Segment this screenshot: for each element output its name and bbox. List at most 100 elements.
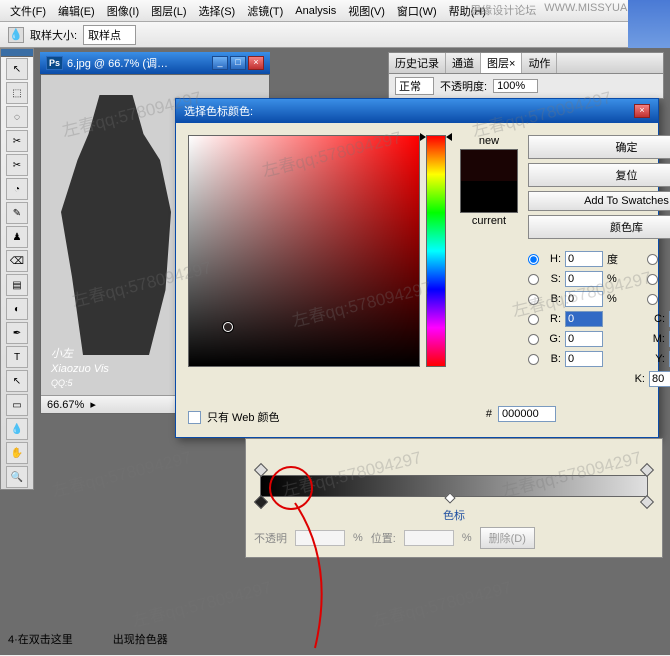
tool-slice[interactable]: ✂ [6,154,28,176]
doc-close-button[interactable]: × [248,56,264,70]
tab-history[interactable]: 历史记录 [389,53,446,73]
a-radio[interactable] [647,274,658,285]
opacity-stop-left[interactable] [254,463,268,477]
photo-figure [61,95,171,355]
gradient-bar[interactable] [260,475,648,497]
b-radio[interactable] [528,294,539,305]
color-lib-button[interactable]: 颜色库 [528,215,670,239]
tool-move[interactable]: ↖ [6,58,28,80]
hex-input[interactable] [498,406,556,422]
menu-file[interactable]: 文件(F) [4,1,52,21]
color-swatch [460,149,518,213]
sample-size-dropdown[interactable]: 取样点 [83,25,136,45]
menu-view[interactable]: 视图(V) [342,1,391,21]
s-radio[interactable] [528,274,539,285]
tool-eyedropper[interactable]: 💧 [6,418,28,440]
grad-position-label: 位置: [371,530,396,546]
tool-stamp[interactable]: ♟ [6,226,28,248]
status-arrow-icon[interactable]: ▸ [90,398,96,411]
doc-maximize-button[interactable]: □ [230,56,246,70]
b2-label: b: [662,293,670,305]
tool-hand[interactable]: ✋ [6,442,28,464]
h-input[interactable] [565,251,603,267]
tool-dodge[interactable]: ◐ [6,298,28,320]
web-only-checkbox[interactable] [188,411,201,424]
ok-button[interactable]: 确定 [528,135,670,159]
a-label: a: [662,273,670,285]
tool-shape[interactable]: ▭ [6,394,28,416]
l-label: L: [662,253,670,265]
swatch-current[interactable] [461,181,517,212]
blend-mode-dropdown[interactable]: 正常 [395,77,434,95]
ps-icon: Ps [46,56,63,70]
bv-label: B: [543,293,561,305]
r-label: R: [543,313,561,325]
photo-signature: 小左 Xiaozuo Vis QQ:5 [51,345,109,389]
hue-handle-right[interactable] [446,133,452,141]
tool-lasso[interactable]: ◌ [6,106,28,128]
hue-slider[interactable] [426,135,446,367]
tool-brush[interactable]: ✎ [6,202,28,224]
eyedropper-icon[interactable]: 💧 [8,27,24,43]
h-radio[interactable] [528,254,539,265]
tab-channels[interactable]: 通道 [446,53,481,73]
document-titlebar[interactable]: Ps 6.jpg @ 66.7% (调… _ □ × [40,52,270,74]
tool-heal[interactable]: ◔ [6,178,28,200]
b2-radio[interactable] [647,294,658,305]
add-swatch-button[interactable]: Add To Swatches [528,191,670,211]
sample-size-label: 取样大小: [30,27,77,43]
hue-handle-left[interactable] [420,133,426,141]
c-label: C: [647,313,665,325]
tool-type[interactable]: T [6,346,28,368]
tool-marquee[interactable]: ⬚ [6,82,28,104]
bb-input[interactable] [565,351,603,367]
opacity-stop-right[interactable] [640,463,654,477]
menu-image[interactable]: 图像(I) [101,1,145,21]
doc-minimize-button[interactable]: _ [212,56,228,70]
grad-position-field[interactable] [404,530,454,546]
tool-eraser[interactable]: ⌫ [6,250,28,272]
k-input[interactable] [649,371,670,387]
swatch-new[interactable] [461,150,517,181]
reset-button[interactable]: 复位 [528,163,670,187]
tab-actions[interactable]: 动作 [522,53,557,73]
workspace: ↖ ⬚ ◌ ✂ ✂ ◔ ✎ ♟ ⌫ ▤ ◐ ✒ T ↖ ▭ 💧 ✋ 🔍 Ps 6… [0,48,670,655]
annotation-arrow [285,503,355,653]
tab-layers[interactable]: 图层× [481,53,522,73]
menu-filter[interactable]: 滤镜(T) [241,1,289,21]
panel-group: 历史记录 通道 图层× 动作 正常 不透明度: 100% [388,52,664,99]
menu-analysis[interactable]: Analysis [289,3,342,19]
toolbox-grip[interactable] [1,49,33,57]
bb-radio[interactable] [528,354,539,365]
tool-path[interactable]: ↖ [6,370,28,392]
forum-name: 思缘设计论坛 [470,2,536,18]
r-input[interactable] [565,311,603,327]
web-only-label: 只有 Web 颜色 [207,409,280,425]
grad-delete-button[interactable]: 删除(D) [480,527,535,549]
opacity-field[interactable]: 100% [493,79,538,93]
tool-zoom[interactable]: 🔍 [6,466,28,488]
r-radio[interactable] [528,314,539,325]
tool-crop[interactable]: ✂ [6,130,28,152]
g-input[interactable] [565,331,603,347]
picker-close-button[interactable]: × [634,104,650,118]
sv-field[interactable] [188,135,420,367]
g-radio[interactable] [528,334,539,345]
color-picker-titlebar[interactable]: 选择色标颜色: × [176,99,658,123]
k-label: K: [627,373,645,385]
color-picker-title: 选择色标颜色: [184,103,253,119]
menu-select[interactable]: 选择(S) [193,1,242,21]
zoom-value[interactable]: 66.67% [47,399,84,411]
menu-window[interactable]: 窗口(W) [391,1,443,21]
menu-layer[interactable]: 图层(L) [145,1,192,21]
tool-gradient[interactable]: ▤ [6,274,28,296]
s-input[interactable] [565,271,603,287]
g-label: G: [543,333,561,345]
sv-picker-handle[interactable] [223,322,233,332]
l-radio[interactable] [647,254,658,265]
gradient-midpoint[interactable] [445,492,456,503]
new-label: new [479,135,499,147]
menu-edit[interactable]: 编辑(E) [52,1,101,21]
bv-input[interactable] [565,291,603,307]
tool-pen[interactable]: ✒ [6,322,28,344]
